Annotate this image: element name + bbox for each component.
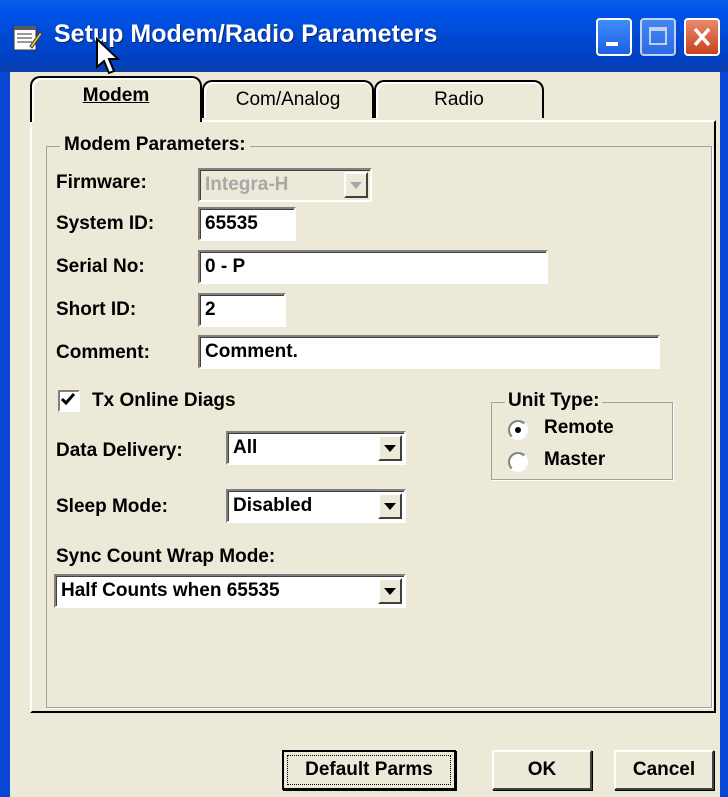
default-parms-button[interactable]: Default Parms bbox=[282, 750, 456, 790]
minimize-icon bbox=[606, 42, 618, 46]
close-icon bbox=[693, 27, 711, 47]
firmware-label: Firmware: bbox=[56, 172, 147, 193]
sync-count-label: Sync Count Wrap Mode: bbox=[56, 546, 276, 567]
chevron-down-icon bbox=[384, 588, 396, 595]
maximize-button bbox=[640, 18, 676, 56]
data-delivery-select[interactable]: All bbox=[226, 431, 406, 465]
maximize-icon bbox=[649, 27, 667, 45]
radio-master[interactable] bbox=[508, 452, 528, 472]
tab-modem[interactable]: Modem bbox=[30, 76, 202, 122]
radio-remote[interactable] bbox=[508, 420, 528, 440]
chevron-down-icon bbox=[384, 445, 396, 452]
chevron-down-icon bbox=[350, 182, 362, 189]
minimize-button[interactable] bbox=[596, 18, 632, 56]
tab-radio-label: Radio bbox=[434, 89, 484, 110]
sync-count-select[interactable]: Half Counts when 65535 bbox=[54, 574, 406, 608]
serial-no-label: Serial No: bbox=[56, 256, 145, 277]
data-delivery-value: All bbox=[233, 437, 258, 458]
firmware-value: Integra-H bbox=[205, 174, 289, 195]
sync-count-value: Half Counts when 65535 bbox=[61, 580, 280, 601]
sleep-mode-value: Disabled bbox=[233, 495, 313, 516]
sleep-mode-dropdown-button[interactable] bbox=[378, 493, 402, 519]
tab-radio[interactable]: Radio bbox=[374, 80, 544, 118]
dialog-window: Setup Modem/Radio Parameters Modem Com/A… bbox=[0, 0, 728, 797]
tab-modem-label: Modem bbox=[82, 85, 150, 106]
ok-button[interactable]: OK bbox=[492, 750, 592, 790]
data-delivery-label: Data Delivery: bbox=[56, 440, 183, 461]
checkmark-icon bbox=[60, 393, 76, 406]
tx-online-diags-checkbox[interactable] bbox=[58, 390, 80, 412]
tx-online-diags-label: Tx Online Diags bbox=[92, 390, 236, 411]
window-frame-left bbox=[0, 72, 10, 797]
radio-master-label: Master bbox=[544, 449, 606, 470]
sync-count-dropdown-button[interactable] bbox=[378, 578, 402, 604]
window-frame-right bbox=[720, 72, 728, 797]
radio-remote-label: Remote bbox=[544, 417, 614, 438]
sleep-mode-label: Sleep Mode: bbox=[56, 496, 168, 517]
chevron-down-icon bbox=[384, 503, 396, 510]
serial-no-field[interactable]: 0 - P bbox=[198, 250, 548, 284]
firmware-dropdown-button bbox=[344, 172, 368, 198]
tab-com-analog-label: Com/Analog bbox=[235, 89, 341, 110]
system-id-label: System ID: bbox=[56, 213, 155, 234]
mouse-cursor-icon bbox=[96, 37, 121, 75]
sleep-mode-select[interactable]: Disabled bbox=[226, 489, 406, 523]
radio-selected-dot bbox=[515, 427, 521, 433]
short-id-field[interactable]: 2 bbox=[198, 293, 286, 327]
cancel-button[interactable]: Cancel bbox=[614, 750, 714, 790]
comment-label: Comment: bbox=[56, 342, 150, 363]
short-id-label: Short ID: bbox=[56, 299, 137, 320]
title-bar[interactable]: Setup Modem/Radio Parameters bbox=[0, 0, 728, 75]
firmware-select: Integra-H bbox=[198, 168, 372, 202]
system-id-field[interactable]: 65535 bbox=[198, 207, 296, 241]
comment-field[interactable]: Comment. bbox=[198, 335, 660, 369]
unit-type-title: Unit Type: bbox=[505, 390, 603, 412]
modem-parameters-title: Modem Parameters: bbox=[60, 134, 250, 156]
tab-com-analog[interactable]: Com/Analog bbox=[202, 80, 374, 118]
notepad-icon bbox=[13, 26, 42, 51]
data-delivery-dropdown-button[interactable] bbox=[378, 435, 402, 461]
close-button[interactable] bbox=[684, 18, 720, 56]
